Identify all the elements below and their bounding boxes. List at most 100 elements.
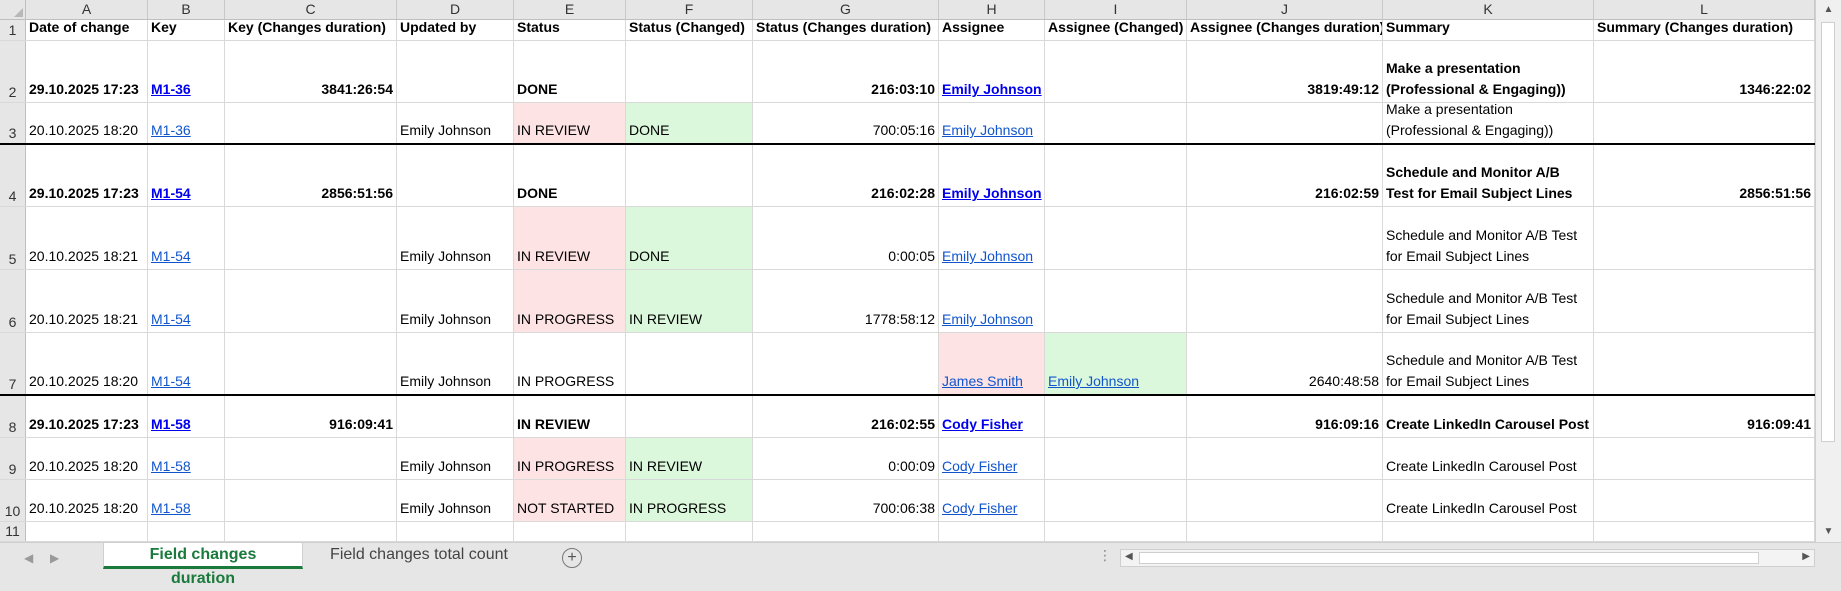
cell-h8[interactable]: Cody Fisher bbox=[939, 396, 1045, 437]
issue-key-link[interactable]: M1-54 bbox=[151, 183, 191, 204]
cell-b6[interactable]: M1-54 bbox=[148, 270, 225, 332]
cell-c2[interactable]: 3841:26:54 bbox=[225, 41, 397, 102]
cell-j2[interactable]: 3819:49:12 bbox=[1187, 41, 1383, 102]
issue-key-link[interactable]: M1-58 bbox=[151, 456, 191, 477]
cell-c4[interactable]: 2856:51:56 bbox=[225, 145, 397, 206]
cell-k7[interactable]: Schedule and Monitor A/B Test for Email S… bbox=[1383, 333, 1594, 394]
cell-c6[interactable] bbox=[225, 270, 397, 332]
cell-f8[interactable] bbox=[626, 396, 753, 437]
cell-g9[interactable]: 0:00:09 bbox=[753, 438, 939, 479]
row-number[interactable]: 9 bbox=[0, 438, 26, 479]
vertical-scrollbar[interactable]: ▲ ▼ bbox=[1815, 0, 1841, 542]
scroll-left-icon[interactable]: ◀ bbox=[1125, 551, 1133, 562]
cell-l6[interactable] bbox=[1594, 270, 1815, 332]
cell-d11[interactable] bbox=[397, 522, 514, 541]
cell-f11[interactable] bbox=[626, 522, 753, 541]
cell-i11[interactable] bbox=[1045, 522, 1187, 541]
cell-j7[interactable]: 2640:48:58 bbox=[1187, 333, 1383, 394]
column-header-i[interactable]: I bbox=[1045, 0, 1187, 19]
cell-b10[interactable]: M1-58 bbox=[148, 480, 225, 521]
assignee-link[interactable]: James Smith bbox=[942, 371, 1023, 392]
assignee-link[interactable]: Cody Fisher bbox=[942, 456, 1017, 477]
column-header-k[interactable]: K bbox=[1383, 0, 1594, 19]
row-number[interactable]: 5 bbox=[0, 207, 26, 269]
cell-l7[interactable] bbox=[1594, 333, 1815, 394]
cell-e2[interactable]: DONE bbox=[514, 41, 626, 102]
assignee-link[interactable]: Cody Fisher bbox=[942, 414, 1023, 435]
cell-g1[interactable]: Status (Changes duration) bbox=[753, 20, 939, 40]
cell-l9[interactable] bbox=[1594, 438, 1815, 479]
cell-e10[interactable]: NOT STARTED bbox=[514, 480, 626, 521]
cell-j5[interactable] bbox=[1187, 207, 1383, 269]
scroll-right-icon[interactable]: ▶ bbox=[1802, 551, 1810, 562]
cell-j1[interactable]: Assignee (Changes duration) bbox=[1187, 20, 1383, 40]
cell-g7[interactable] bbox=[753, 333, 939, 394]
cell-e4[interactable]: DONE bbox=[514, 145, 626, 206]
assignee-link[interactable]: Emily Johnson bbox=[1048, 371, 1139, 392]
cell-k11[interactable] bbox=[1383, 522, 1594, 541]
cell-k4[interactable]: Schedule and Monitor A/B Test for Email S… bbox=[1383, 145, 1594, 206]
row-number[interactable]: 2 bbox=[0, 41, 26, 102]
cell-f7[interactable] bbox=[626, 333, 753, 394]
cell-i1[interactable]: Assignee (Changed) bbox=[1045, 20, 1187, 40]
cell-k6[interactable]: Schedule and Monitor A/B Test for Email S… bbox=[1383, 270, 1594, 332]
cell-b1[interactable]: Key bbox=[148, 20, 225, 40]
cell-c1[interactable]: Key (Changes duration) bbox=[225, 20, 397, 40]
cell-j4[interactable]: 216:02:59 bbox=[1187, 145, 1383, 206]
cell-k3[interactable]: Make a presentation (Professional & Engag… bbox=[1383, 103, 1594, 143]
cell-i7[interactable]: Emily Johnson bbox=[1045, 333, 1187, 394]
cell-f2[interactable] bbox=[626, 41, 753, 102]
cell-d8[interactable] bbox=[397, 396, 514, 437]
cell-a11[interactable] bbox=[26, 522, 148, 541]
row-number[interactable]: 4 bbox=[0, 145, 26, 206]
cell-c8[interactable]: 916:09:41 bbox=[225, 396, 397, 437]
cell-b9[interactable]: M1-58 bbox=[148, 438, 225, 479]
cell-i8[interactable] bbox=[1045, 396, 1187, 437]
vertical-scroll-thumb[interactable] bbox=[1821, 22, 1835, 442]
cell-b8[interactable]: M1-58 bbox=[148, 396, 225, 437]
assignee-link[interactable]: Emily Johnson bbox=[942, 120, 1033, 141]
cell-e7[interactable]: IN PROGRESS bbox=[514, 333, 626, 394]
assignee-link[interactable]: Emily Johnson bbox=[942, 183, 1042, 204]
row-number[interactable]: 10 bbox=[0, 480, 26, 521]
cell-g10[interactable]: 700:06:38 bbox=[753, 480, 939, 521]
cell-b5[interactable]: M1-54 bbox=[148, 207, 225, 269]
cell-i5[interactable] bbox=[1045, 207, 1187, 269]
cell-a6[interactable]: 20.10.2025 18:21 bbox=[26, 270, 148, 332]
cell-d6[interactable]: Emily Johnson bbox=[397, 270, 514, 332]
cell-k5[interactable]: Schedule and Monitor A/B Test for Email S… bbox=[1383, 207, 1594, 269]
scroll-up-icon[interactable]: ▲ bbox=[1816, 0, 1841, 20]
cell-a9[interactable]: 20.10.2025 18:20 bbox=[26, 438, 148, 479]
cell-i4[interactable] bbox=[1045, 145, 1187, 206]
select-all-corner[interactable] bbox=[0, 0, 26, 19]
assignee-link[interactable]: Emily Johnson bbox=[942, 79, 1042, 100]
column-header-a[interactable]: A bbox=[26, 0, 148, 19]
cell-l2[interactable]: 1346:22:02 bbox=[1594, 41, 1815, 102]
cell-e8[interactable]: IN REVIEW bbox=[514, 396, 626, 437]
cell-j6[interactable] bbox=[1187, 270, 1383, 332]
cell-d4[interactable] bbox=[397, 145, 514, 206]
cell-h5[interactable]: Emily Johnson bbox=[939, 207, 1045, 269]
cell-h1[interactable]: Assignee bbox=[939, 20, 1045, 40]
cell-e11[interactable] bbox=[514, 522, 626, 541]
cell-b2[interactable]: M1-36 bbox=[148, 41, 225, 102]
cell-d1[interactable]: Updated by bbox=[397, 20, 514, 40]
cell-f6[interactable]: IN REVIEW bbox=[626, 270, 753, 332]
column-header-c[interactable]: C bbox=[225, 0, 397, 19]
issue-key-link[interactable]: M1-58 bbox=[151, 498, 191, 519]
cell-l4[interactable]: 2856:51:56 bbox=[1594, 145, 1815, 206]
cell-a1[interactable]: Date of change bbox=[26, 20, 148, 40]
cell-j10[interactable] bbox=[1187, 480, 1383, 521]
cell-d10[interactable]: Emily Johnson bbox=[397, 480, 514, 521]
chevron-left-icon[interactable]: ◀ bbox=[24, 551, 33, 565]
issue-key-link[interactable]: M1-54 bbox=[151, 371, 191, 392]
horizontal-scrollbar[interactable]: ◀ ▶ bbox=[1120, 549, 1815, 567]
column-header-b[interactable]: B bbox=[148, 0, 225, 19]
cell-c5[interactable] bbox=[225, 207, 397, 269]
cell-f1[interactable]: Status (Changed) bbox=[626, 20, 753, 40]
row-number[interactable]: 1 bbox=[0, 20, 26, 40]
cell-b11[interactable] bbox=[148, 522, 225, 541]
issue-key-link[interactable]: M1-36 bbox=[151, 79, 191, 100]
cell-g2[interactable]: 216:03:10 bbox=[753, 41, 939, 102]
cell-a5[interactable]: 20.10.2025 18:21 bbox=[26, 207, 148, 269]
